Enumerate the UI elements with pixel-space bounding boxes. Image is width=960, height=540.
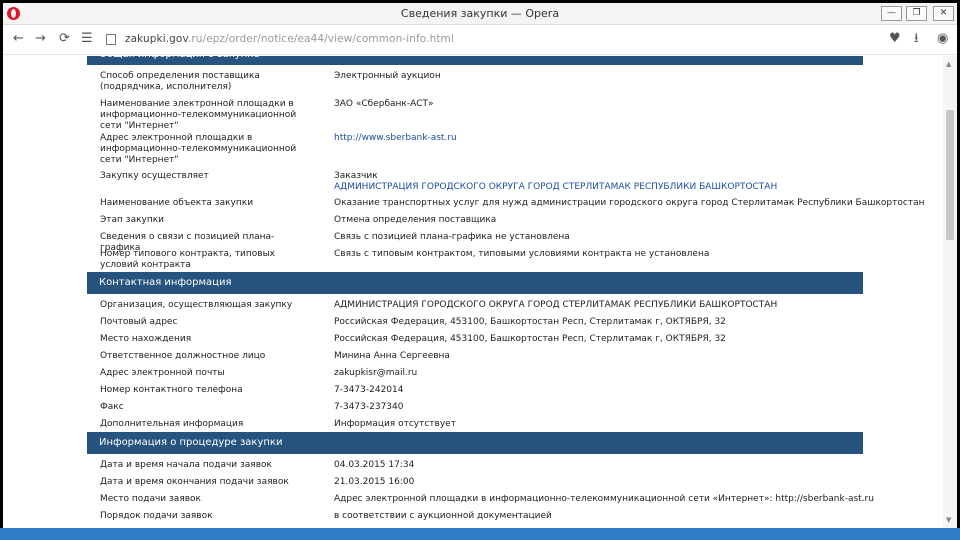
section-header-procedure: Информация о процедуре закупки: [87, 432, 863, 454]
reload-icon[interactable]: ⟳: [59, 32, 70, 46]
field-value: 7-3473-237340: [334, 402, 404, 412]
field-value: Отмена определения поставщика: [334, 215, 497, 225]
title-bar: Сведения закупки — Opera — ❐ ✕: [3, 3, 957, 25]
scrollbar-thumb[interactable]: [946, 110, 954, 240]
customer-link[interactable]: АДМИНИСТРАЦИЯ ГОРОДСКОГО ОКРУГА ГОРОД СТ…: [334, 182, 854, 193]
field-value: Российская Федерация, 453100, Башкортост…: [334, 317, 726, 327]
field-label: Порядок подачи заявок: [100, 511, 213, 521]
field-label: Факс: [100, 402, 124, 412]
download-icon[interactable]: ⭳: [914, 32, 919, 46]
field-label: Закупку осуществляет: [100, 171, 209, 181]
field-label: Ответственное должностное лицо: [100, 351, 266, 361]
section-header-general: Общая информация о закупке: [87, 56, 863, 65]
field-value: Информация отсутствует: [334, 419, 456, 429]
field-label: Наименование объекта закупки: [100, 198, 254, 208]
field-label: Адрес электронной почты: [100, 368, 225, 378]
browser-window: Сведения закупки — Opera — ❐ ✕ ← → ⟳ ☰ z…: [3, 3, 957, 528]
field-label: Номер контактного телефона: [100, 385, 243, 395]
field-label: Место подачи заявок: [100, 494, 201, 504]
minimize-button[interactable]: —: [881, 6, 902, 21]
field-label: Дата и время начала подачи заявок: [100, 460, 272, 470]
forward-icon[interactable]: →: [35, 32, 46, 46]
heart-icon[interactable]: ♥: [889, 32, 901, 46]
field-label: Наименование электронной площадки в инфо…: [100, 99, 297, 131]
back-icon[interactable]: ←: [13, 32, 24, 46]
field-value: Российская Федерация, 453100, Башкортост…: [334, 334, 726, 344]
vertical-scrollbar[interactable]: ▲ ▼: [943, 56, 957, 528]
scroll-up-icon[interactable]: ▲: [946, 60, 951, 68]
screen-frame: Сведения закупки — Opera — ❐ ✕ ← → ⟳ ☰ z…: [0, 0, 960, 540]
field-label: Почтовый адрес: [100, 317, 178, 327]
field-value: Оказание транспортных услуг для нужд адм…: [334, 198, 925, 208]
field-value: 7-3473-242014: [334, 385, 404, 395]
field-value: Связь с типовым контрактом, типовыми усл…: [334, 249, 710, 259]
field-value: ЗАО «Сбербанк-АСТ»: [334, 99, 434, 109]
field-label: Дата и время окончания подачи заявок: [100, 477, 289, 487]
url-path: .ru/epz/order/notice/ea44/view/common-in…: [187, 33, 454, 45]
field-value: в соответствии с аукционной документацие…: [334, 511, 552, 521]
field-label: Номер типового контракта, типовых услови…: [100, 249, 275, 270]
url-host: zakupki.gov: [125, 33, 188, 45]
field-label: Способ определения поставщика (подрядчик…: [100, 71, 260, 92]
address-bar: ← → ⟳ ☰ zakupki.gov.ru/epz/order/notice/…: [3, 25, 957, 55]
field-value: Адрес электронной площадки в информацион…: [334, 494, 874, 504]
field-value: Электронный аукцион: [334, 71, 441, 81]
field-value: 21.03.2015 16:00: [334, 477, 415, 487]
speed-dial-icon[interactable]: ☰: [81, 32, 93, 46]
field-label: Место нахождения: [100, 334, 192, 344]
field-value: zakupkisr@mail.ru: [334, 368, 418, 378]
field-value: АДМИНИСТРАЦИЯ ГОРОДСКОГО ОКРУГА ГОРОД СТ…: [334, 300, 778, 310]
section-header-contact: Контактная информация: [87, 272, 863, 294]
field-value: 04.03.2015 17:34: [334, 460, 415, 470]
scroll-down-icon[interactable]: ▼: [946, 516, 951, 524]
slide-bottom-band: [0, 528, 960, 540]
maximize-button[interactable]: ❐: [906, 6, 927, 21]
user-icon[interactable]: ◉: [937, 32, 948, 46]
field-value: Заказчик: [334, 171, 378, 181]
field-label: Адрес электронной площадки в информацион…: [100, 133, 297, 165]
field-label: Организация, осуществляющая закупку: [100, 300, 293, 310]
url-field[interactable]: zakupki.gov.ru/epz/order/notice/ea44/vie…: [125, 33, 454, 45]
close-button[interactable]: ✕: [933, 6, 954, 21]
window-title: Сведения закупки — Opera: [400, 7, 560, 20]
field-label: Этап закупки: [100, 215, 165, 225]
field-value: Минина Анна Сергеевна: [334, 351, 450, 361]
field-value: Связь с позицией плана-графика не устано…: [334, 232, 570, 242]
page-icon: [106, 34, 116, 45]
platform-link[interactable]: http://www.sberbank-ast.ru: [334, 133, 854, 144]
page-content: Общая информация о закупке Способ опреде…: [3, 56, 941, 528]
field-label: Дополнительная информация: [100, 419, 244, 429]
